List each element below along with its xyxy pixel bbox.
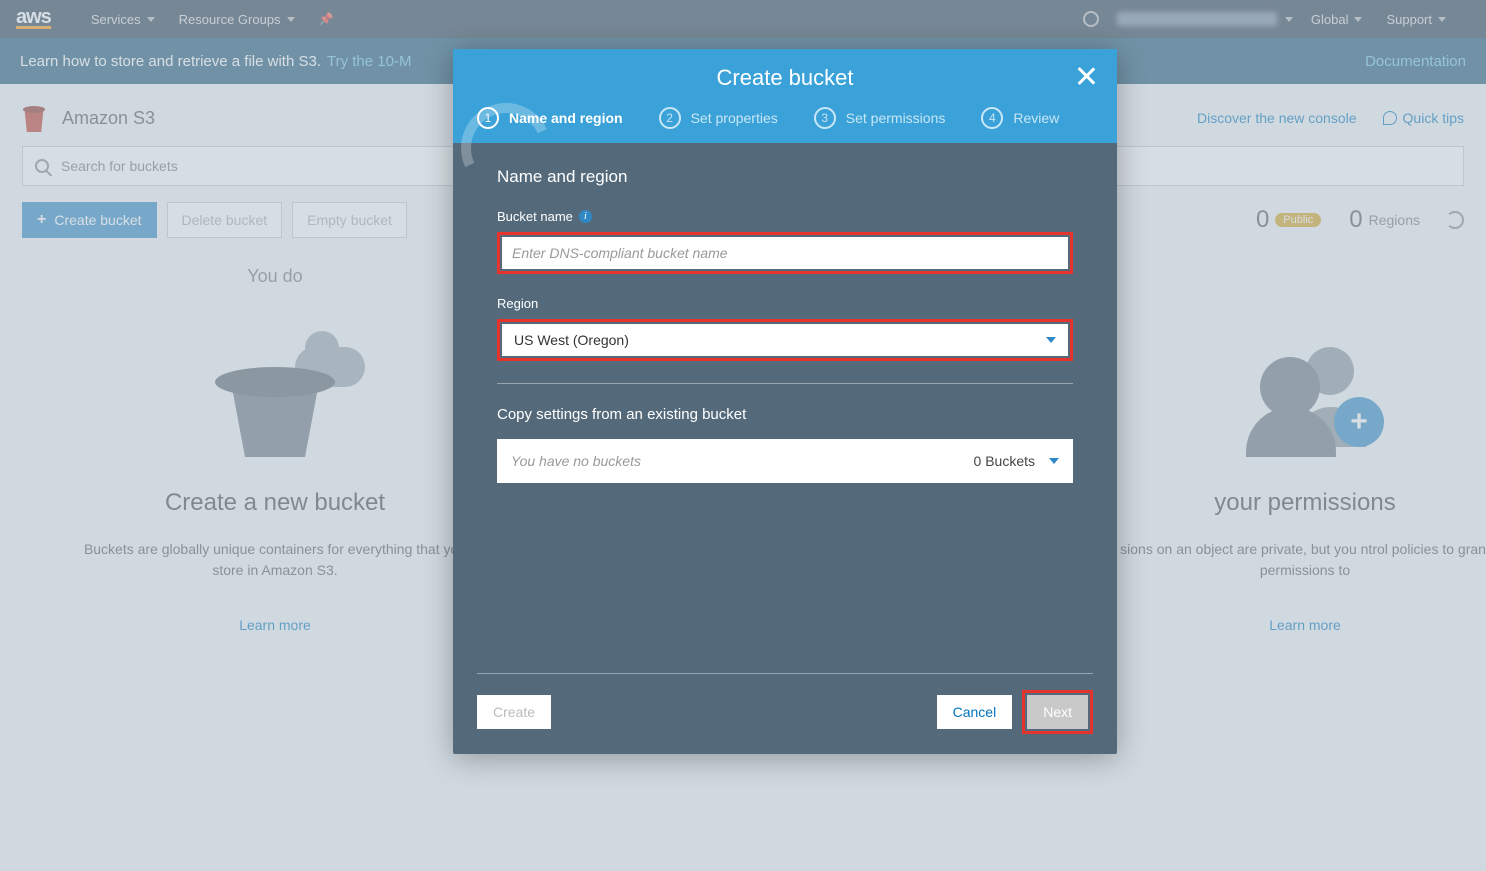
highlight-region: US West (Oregon) <box>497 319 1073 361</box>
next-button[interactable]: Next <box>1027 695 1088 729</box>
modal-title: Create bucket <box>475 65 1095 91</box>
divider <box>497 383 1073 384</box>
close-icon[interactable] <box>1073 63 1099 89</box>
region-select[interactable]: US West (Oregon) <box>502 324 1068 356</box>
info-icon[interactable]: i <box>579 210 592 223</box>
modal-body: Name and region Bucket name i Region US W… <box>453 143 1117 493</box>
step-number-icon: 4 <box>981 107 1003 129</box>
step-number-icon: 2 <box>659 107 681 129</box>
step-number-icon: 3 <box>814 107 836 129</box>
modal-footer: Create Cancel Next <box>477 673 1093 754</box>
copy-settings-placeholder: You have no buckets <box>511 453 641 469</box>
copy-settings-select[interactable]: You have no buckets 0 Buckets <box>497 439 1073 483</box>
step-label: Review <box>1013 110 1059 126</box>
section-heading: Name and region <box>497 167 1073 187</box>
step-review[interactable]: 4 Review <box>981 107 1059 129</box>
step-label: Set permissions <box>846 110 946 126</box>
chevron-down-icon <box>1049 458 1059 464</box>
chevron-down-icon <box>1046 337 1056 343</box>
bucket-name-label: Bucket name i <box>497 209 1073 224</box>
region-label: Region <box>497 296 1073 311</box>
modal-header: Create bucket 1 Name and region 2 Set prop… <box>453 49 1117 143</box>
cancel-button[interactable]: Cancel <box>937 695 1013 729</box>
highlight-next: Next <box>1022 690 1093 734</box>
step-set-permissions[interactable]: 3 Set permissions <box>814 107 946 129</box>
highlight-bucket-name <box>497 232 1073 274</box>
wizard-steps: 1 Name and region 2 Set properties 3 Set pe… <box>475 107 1095 143</box>
bucket-name-input[interactable] <box>502 237 1068 269</box>
step-label: Name and region <box>509 110 623 126</box>
step-label: Set properties <box>691 110 778 126</box>
create-button: Create <box>477 695 551 729</box>
step-number-icon: 1 <box>477 107 499 129</box>
create-bucket-modal: Create bucket 1 Name and region 2 Set prop… <box>453 49 1117 754</box>
region-value: US West (Oregon) <box>514 332 629 348</box>
step-set-properties[interactable]: 2 Set properties <box>659 107 778 129</box>
label-text: Bucket name <box>497 209 573 224</box>
step-name-region[interactable]: 1 Name and region <box>477 107 623 129</box>
copy-settings-label: Copy settings from an existing bucket <box>497 406 1073 423</box>
copy-bucket-count: 0 Buckets <box>974 453 1035 469</box>
